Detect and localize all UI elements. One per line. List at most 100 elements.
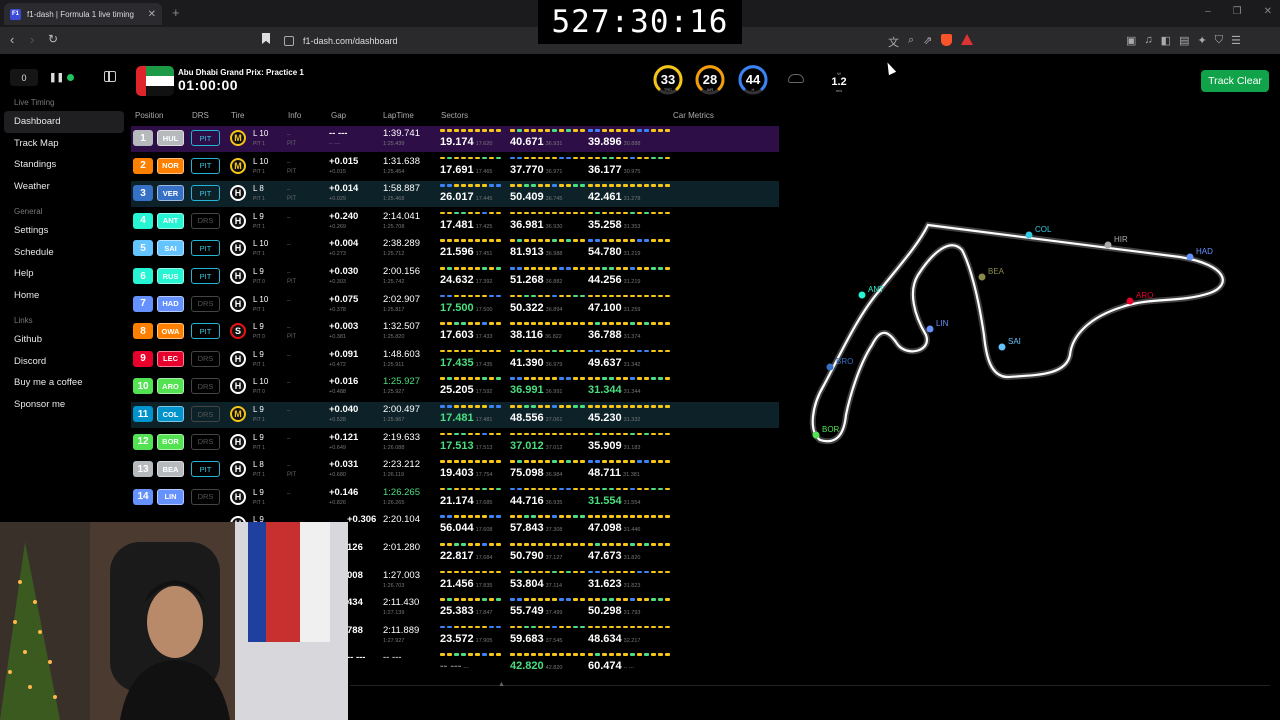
music-icon[interactable]: ♫ <box>1144 34 1152 47</box>
browser-tab[interactable]: F1 f1-dash | Formula 1 live timing ✕ <box>4 3 162 25</box>
car-marker[interactable] <box>926 325 934 333</box>
delay-counter[interactable]: 0 <box>10 69 38 86</box>
sidebar-item-settings[interactable]: Settings <box>0 220 128 242</box>
back-icon[interactable]: ‹ <box>10 32 14 47</box>
zoom-icon[interactable]: ⌕ <box>908 34 914 50</box>
sector-best: --- <box>463 665 469 672</box>
car-marker[interactable] <box>998 343 1006 351</box>
wind-unit: m/s <box>835 88 843 93</box>
brave-shield-icon[interactable] <box>941 34 953 46</box>
table-row[interactable]: 5 SAI PIT H L 10 PIT 1 – +0.004 +0.273 2:38.289 1:… <box>131 236 779 262</box>
tire-compound-icon: H <box>230 488 246 505</box>
menu-icon[interactable]: ☰ <box>1231 34 1241 47</box>
sector-time: 26.017 17.445 <box>440 191 492 203</box>
table-row[interactable]: 1 HUL PIT M L 10 PIT 1 – PIT -- --- -- --- 1:39.74… <box>131 126 779 152</box>
track-status-badge[interactable]: Track Clear <box>1201 70 1269 92</box>
car-marker[interactable] <box>1025 231 1033 239</box>
sidebar-item-track-map[interactable]: Track Map <box>0 133 128 155</box>
sector-value: 25.383 <box>440 605 474 618</box>
maximize-icon[interactable]: ❐ <box>1233 6 1242 17</box>
sidebar-item-weather[interactable]: Weather <box>0 176 128 198</box>
sidebar-item-discord[interactable]: Discord <box>0 351 128 373</box>
table-row[interactable]: 11 COL DRS M L 9 PIT 1 – +0.040 +0.528 2:00.497 1:… <box>131 402 779 428</box>
table-row[interactable]: 13 BEA PIT H L 8 PIT 1 – PIT +0.031 +0.680 2:23.21… <box>131 457 779 483</box>
pause-icon[interactable]: ❚❚ <box>49 72 64 83</box>
car-marker[interactable] <box>1104 241 1112 249</box>
car-marker[interactable] <box>978 273 986 281</box>
sidebar-item-dashboard[interactable]: Dashboard <box>4 111 124 133</box>
car-marker[interactable] <box>812 431 820 439</box>
vpn-icon[interactable]: ⛉ <box>1215 34 1223 47</box>
sector-value: 48.556 <box>510 412 544 424</box>
car-marker[interactable] <box>826 363 834 371</box>
close-window-icon[interactable]: ✕ <box>1264 6 1272 17</box>
laptime-value: 2:02.907 <box>383 293 420 305</box>
translate-icon[interactable]: 文 <box>888 34 899 50</box>
sector-value: 50.409 <box>510 191 544 204</box>
sidebar-item-home[interactable]: Home <box>0 285 128 307</box>
drs-status-badge: PIT <box>191 130 220 146</box>
sidebar-item-help[interactable]: Help <box>0 263 128 285</box>
laptime-best: 1:25.911 <box>383 361 405 368</box>
lap-info: L 10 PIT 1 <box>253 295 268 315</box>
site-info-icon[interactable] <box>284 35 294 46</box>
sidebar-item-schedule[interactable]: Schedule <box>0 242 128 264</box>
info-value: – <box>287 159 291 166</box>
brave-rewards-icon[interactable] <box>961 34 974 45</box>
sector-time: 17.603 17.433 <box>440 329 492 341</box>
sidebar-item-sponsor-me[interactable]: Sponsor me <box>0 394 128 416</box>
car-marker[interactable] <box>858 291 866 299</box>
sector-value: 50.298 <box>588 605 622 618</box>
sector-3: 47.100 31.259 <box>588 294 670 317</box>
gap-interval: +0.649 <box>329 444 346 451</box>
url-text[interactable]: f1-dash.com/dashboard <box>303 36 398 46</box>
sector-value: 42.461 <box>588 191 622 204</box>
bookmark-icon[interactable] <box>262 33 270 44</box>
table-row[interactable]: 7 HAD DRS H L 10 PIT 1 – +0.075 +0.378 2:02.907 1:… <box>131 292 779 318</box>
sector-value: 49.637 <box>588 356 622 369</box>
table-row[interactable]: 10 ARO DRS H L 10 PIT 0– +0.016 +0.488 1:25.927 1… <box>131 374 779 400</box>
mini-sectors <box>588 156 670 160</box>
laptime-cell: 2:00.156 1:25.742 <box>383 267 420 287</box>
wallet-icon[interactable]: ▤ <box>1179 34 1189 47</box>
table-row[interactable]: 12 BOR DRS H L 9 PIT 1 – +0.121 +0.649 2:19.633 1:… <box>131 430 779 456</box>
sector-value: 31.554 <box>588 494 622 507</box>
sector-1: 21.174 17.685 <box>440 487 501 510</box>
sector-best: 17.481 <box>475 417 493 423</box>
laptime-value: 2:11.889 <box>383 624 420 636</box>
share-icon[interactable]: ⇗ <box>923 34 932 50</box>
laptime-best: 1:25.468 <box>383 196 405 203</box>
sidebar-item-buy-me-a-coffee[interactable]: Buy me a coffee <box>0 372 128 394</box>
laptime-value: 2:38.289 <box>383 238 420 250</box>
sector-time: 17.500 17.500 <box>440 302 492 314</box>
table-row[interactable]: 6 RUS PIT H L 9 PIT 0 – PIT +0.030 +0.303 2:00.156… <box>131 264 779 290</box>
laptime-cell: 2:00.497 1:25.967 <box>383 405 420 425</box>
puzzle-icon[interactable]: ✦ <box>1197 34 1206 47</box>
tab-close-icon[interactable]: ✕ <box>148 9 156 20</box>
gap-cell: +0.306 <box>347 515 376 525</box>
weather-value: 44 <box>745 72 761 87</box>
scroll-up-icon[interactable]: ▲ <box>498 681 505 688</box>
pit-count: PIT 1 <box>253 168 265 175</box>
forward-icon[interactable]: › <box>30 32 34 47</box>
table-row[interactable]: 14 LIN DRS H L 9 PIT 1 – +0.146 +0.826 1:26.265 1:… <box>131 485 779 511</box>
sector-2: 50.790 37.127 <box>510 543 585 565</box>
car-marker[interactable] <box>1186 253 1194 261</box>
sidebar-icon[interactable]: ◧ <box>1161 34 1171 47</box>
reload-icon[interactable]: ↻ <box>48 32 58 46</box>
table-row[interactable]: 3 VER PIT H L 8 PIT 1 – PIT +0.014 +0.029 1:58.887… <box>131 181 779 208</box>
sidebar-toggle-icon[interactable] <box>104 71 116 82</box>
car-marker[interactable] <box>1126 297 1134 305</box>
sidebar-item-github[interactable]: Github <box>0 329 128 351</box>
table-row[interactable]: 2 NOR PIT M L 10 PIT 1 – PIT +0.015 +0.015 1:31.63… <box>131 154 779 180</box>
table-row[interactable]: 9 LEC DRS H L 9 PIT 1 – +0.091 +0.472 1:48.603 1:2… <box>131 347 779 373</box>
minimize-icon[interactable]: – <box>1205 6 1211 17</box>
extensions-icon[interactable]: ▣ <box>1126 34 1136 47</box>
table-row[interactable]: 4 ANT DRS H L 9 PIT 1 – +0.240 +0.269 2:14.041 1:2… <box>131 209 779 235</box>
gap-cell: 008 <box>347 570 363 581</box>
new-tab-icon[interactable]: + <box>172 5 180 20</box>
table-row[interactable]: 8 OWA PIT S L 9 PIT 0 – PIT +0.003 +0.381 1:32.507… <box>131 319 779 345</box>
sector-3: 39.896 30.888 <box>588 129 670 151</box>
sector-1: 17.513 17.513 <box>440 432 501 455</box>
sidebar-item-standings[interactable]: Standings <box>0 154 128 176</box>
